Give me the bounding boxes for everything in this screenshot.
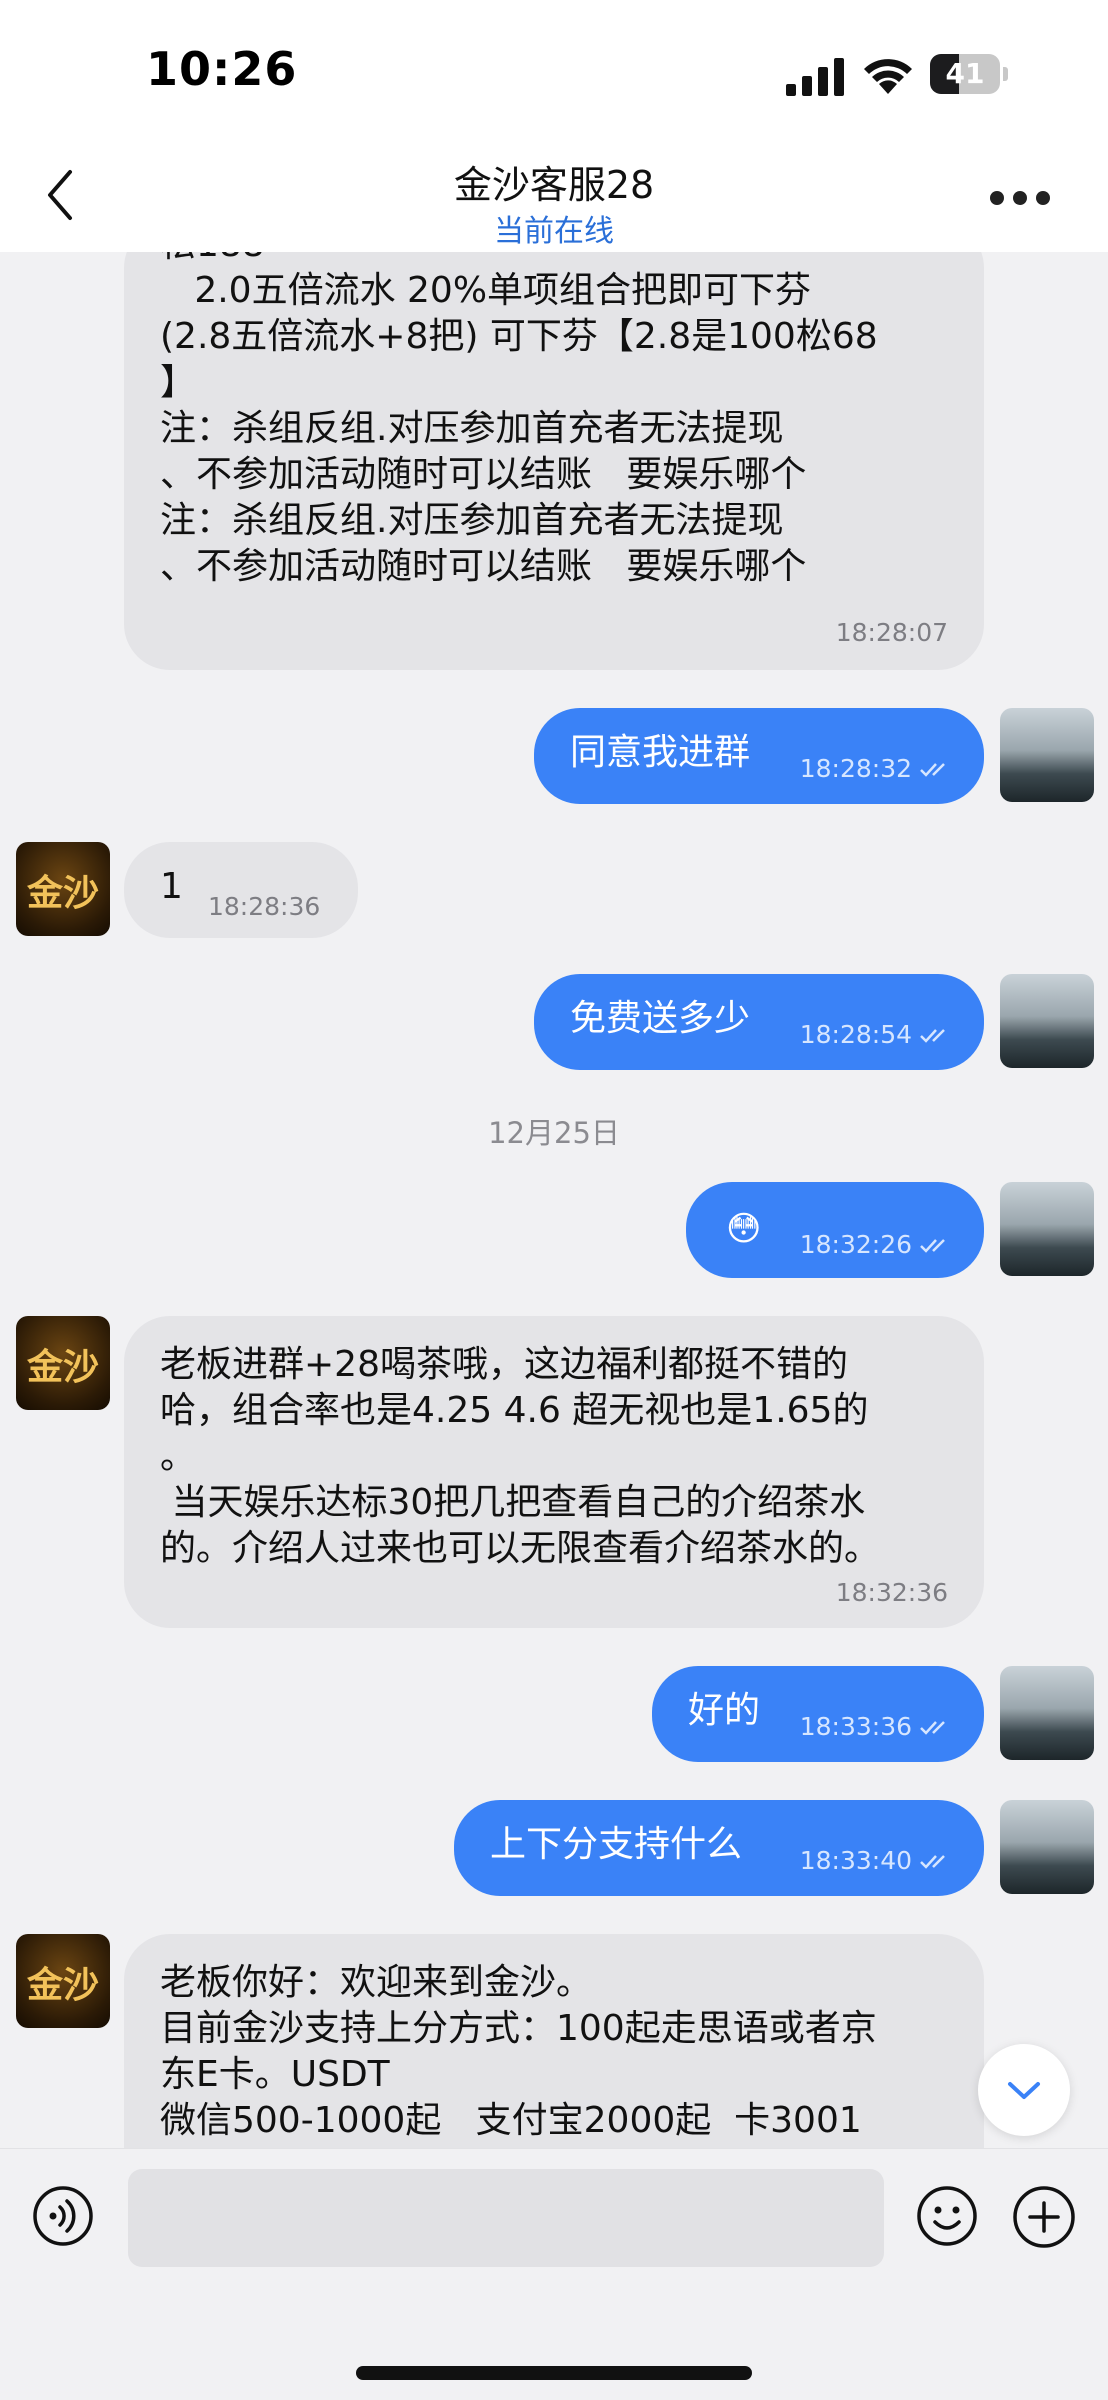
online-status: 当前在线 — [494, 214, 614, 249]
user-avatar[interactable] — [1000, 1182, 1094, 1276]
message-bubble[interactable]: 1 18:28:36 — [124, 842, 358, 938]
message-text: 好的 — [688, 1690, 761, 1731]
message-bubble[interactable]: 上下分支持什么 18:33:40 — [454, 1800, 984, 1896]
message-bubble[interactable]: 老板进群+28喝茶哦，这边福利都挺不错的 哈，组合率也是4.25 4.6 超无视… — [124, 1316, 984, 1628]
battery-icon: 41 — [930, 54, 1008, 94]
message-bubble[interactable]: 好的 18:33:36 — [652, 1666, 984, 1762]
message-text: 同意我进群 — [570, 732, 751, 773]
voice-message-icon[interactable] — [32, 2185, 94, 2247]
attach-plus-icon[interactable] — [1012, 2185, 1076, 2249]
message-time: 18:32:26 — [800, 1222, 950, 1268]
read-receipt-icon — [920, 1239, 945, 1253]
message-time: 18:28:07 — [835, 618, 948, 647]
read-receipt-icon — [920, 763, 945, 777]
message-text: 老板进群+28喝茶哦，这边福利都挺不错的 哈，组合率也是4.25 4.6 超无视… — [160, 1344, 881, 1569]
chat-title[interactable]: 金沙客服28 — [0, 154, 1108, 209]
emoji-icon[interactable] — [916, 2185, 978, 2247]
user-avatar[interactable] — [1000, 1666, 1094, 1760]
message-text: 😳 — [726, 1209, 762, 1249]
message-text: 老板你好：欢迎来到金沙。 目前金沙支持上分方式：100起走思语或者京 东E卡。U… — [160, 1962, 877, 2141]
status-bar: 10:26 41 — [0, 0, 1108, 140]
message-time: 18:33:40 — [800, 1838, 950, 1884]
contact-avatar[interactable]: 金沙 — [16, 842, 110, 936]
message-bubble[interactable]: 松188 2.0五倍流水 20%单项组合把即可下芬 (2.8五倍流水+8把) 可… — [124, 252, 984, 670]
read-receipt-icon — [920, 1029, 945, 1043]
cellular-signal-icon — [786, 58, 844, 96]
message-composer — [0, 2148, 1108, 2400]
avatar-logo-text: 金沙 — [26, 872, 99, 914]
message-time: 18:28:54 — [800, 1012, 950, 1058]
message-time: 18:32:36 — [835, 1578, 948, 1607]
message-text: 1 — [160, 866, 183, 907]
contact-avatar[interactable]: 金沙 — [16, 1934, 110, 2028]
read-receipt-icon — [920, 1855, 945, 1869]
wifi-icon — [864, 59, 912, 94]
status-time: 10:26 — [146, 42, 298, 96]
date-separator: 12月25日 — [488, 1116, 620, 1150]
message-text: 免费送多少 — [570, 998, 751, 1039]
message-input[interactable] — [128, 2169, 884, 2267]
message-list[interactable]: 松188 2.0五倍流水 20%单项组合把即可下芬 (2.8五倍流水+8把) 可… — [0, 252, 1108, 2148]
message-time: 18:33:36 — [800, 1704, 950, 1750]
message-text: 上下分支持什么 — [490, 1824, 743, 1865]
user-avatar[interactable] — [1000, 974, 1094, 1068]
chat-header: 金沙客服28 当前在线 — [0, 140, 1108, 252]
message-bubble[interactable]: 同意我进群 18:28:32 — [534, 708, 984, 804]
message-time: 18:28:32 — [800, 746, 950, 792]
message-text: 松188 2.0五倍流水 20%单项组合把即可下芬 (2.8五倍流水+8把) 可… — [160, 252, 878, 587]
message-time: 18:28:36 — [208, 892, 321, 921]
user-avatar[interactable] — [1000, 708, 1094, 802]
message-bubble[interactable]: 免费送多少 18:28:54 — [534, 974, 984, 1070]
battery-level: 41 — [945, 57, 985, 90]
user-avatar[interactable] — [1000, 1800, 1094, 1894]
read-receipt-icon — [920, 1721, 945, 1735]
home-indicator — [356, 2366, 752, 2380]
avatar-logo-text: 金沙 — [26, 1964, 99, 2006]
message-bubble[interactable]: 😳 18:32:26 — [686, 1182, 984, 1278]
contact-avatar[interactable]: 金沙 — [16, 1316, 110, 1410]
message-bubble[interactable]: 老板你好：欢迎来到金沙。 目前金沙支持上分方式：100起走思语或者京 东E卡。U… — [124, 1934, 984, 2148]
avatar-logo-text: 金沙 — [26, 1346, 99, 1388]
more-options-button[interactable] — [980, 170, 1060, 220]
scroll-to-bottom-button[interactable] — [978, 2044, 1070, 2136]
